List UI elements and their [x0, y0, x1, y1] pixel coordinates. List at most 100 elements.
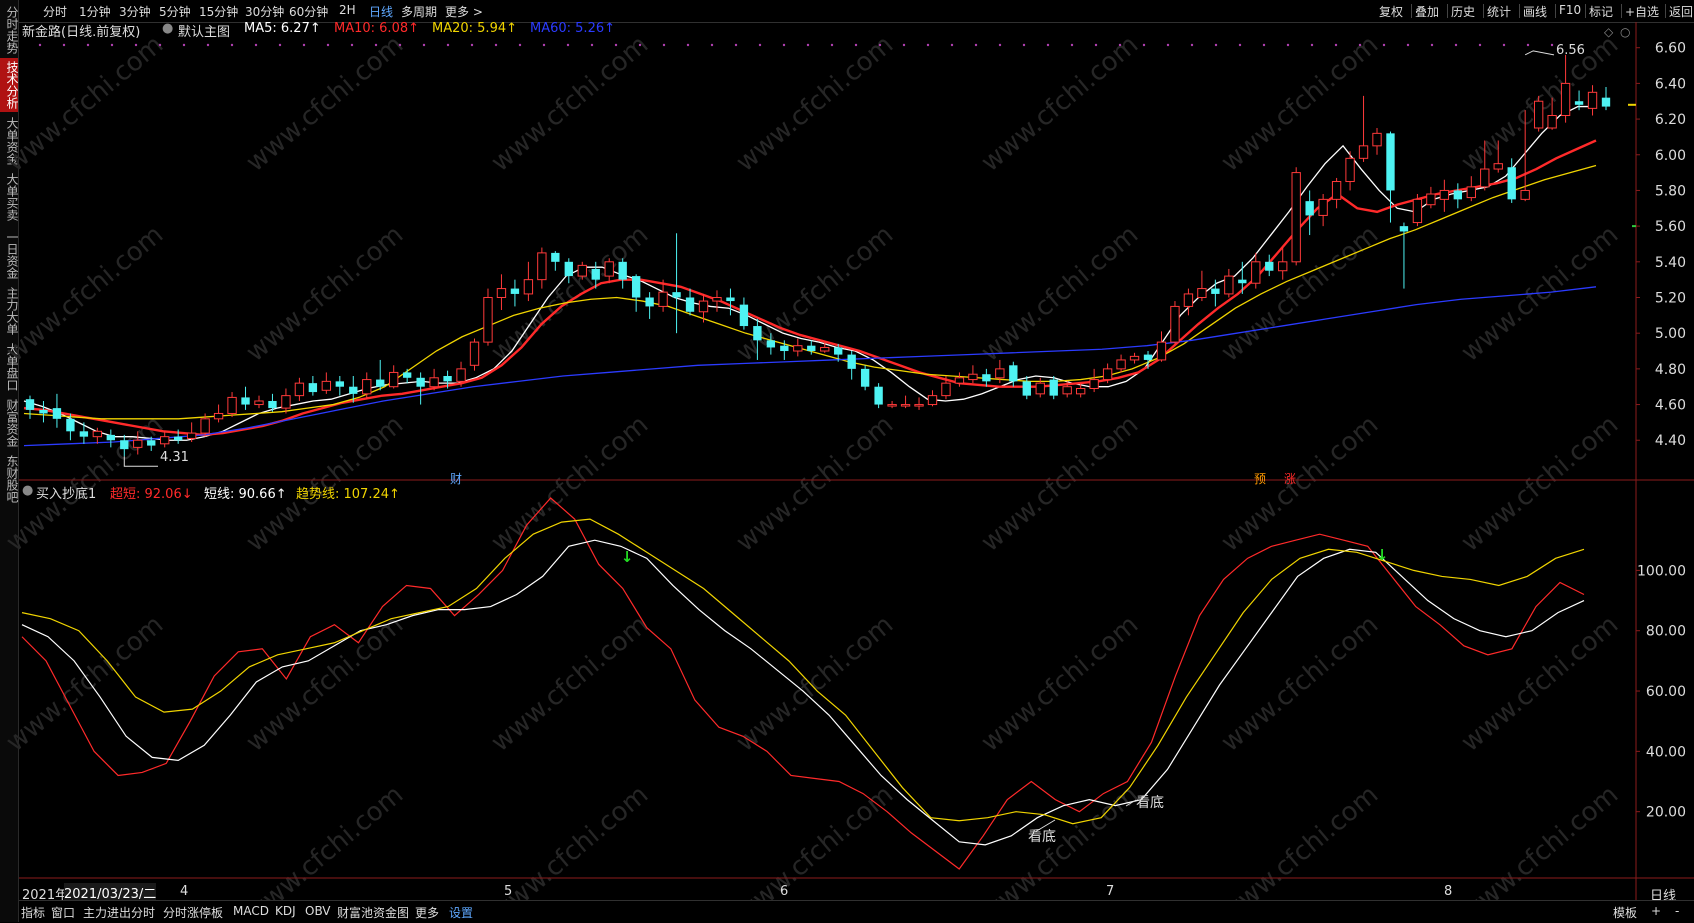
- event-forecast-marker[interactable]: 预: [1254, 470, 1266, 487]
- candle-body: [739, 304, 749, 327]
- signal-dot: [902, 43, 906, 47]
- signal-dot: [1454, 43, 1458, 47]
- event-finance-marker[interactable]: 财: [450, 470, 462, 487]
- indicator-axis-tick: 60.00: [1646, 684, 1686, 700]
- signal-dot: [182, 43, 186, 47]
- candle-body: [874, 386, 883, 405]
- candle-body: [254, 400, 264, 406]
- signal-dot: [1214, 43, 1218, 47]
- candle-body: [79, 431, 89, 437]
- candle-body: [968, 373, 978, 381]
- indicator-title[interactable]: 买入抄底1: [36, 483, 96, 502]
- high-price-marker: 6.56: [1556, 43, 1585, 58]
- signal-dot: [998, 43, 1002, 47]
- candle-body: [66, 418, 75, 432]
- candle-body: [1009, 365, 1018, 382]
- bottom-tab-limitup[interactable]: 分时涨停板: [163, 904, 223, 921]
- candle-body: [564, 261, 573, 277]
- candle-body: [834, 347, 843, 355]
- watermark-text: www.cfchi.com: [976, 610, 1145, 758]
- candle-body: [1601, 97, 1611, 107]
- candle-body: [982, 374, 991, 382]
- candle-body: [389, 371, 399, 388]
- template-name[interactable]: 默认主图: [178, 21, 230, 40]
- candle-body: [1318, 198, 1328, 216]
- watermark-text: www.cfchi.com: [1, 30, 170, 178]
- candle-body: [416, 377, 425, 387]
- signal-dot: [302, 43, 306, 47]
- candle-body: [860, 368, 870, 387]
- signal-dot: [950, 43, 954, 47]
- indicator-dot-icon[interactable]: ●: [22, 483, 33, 498]
- candle-body: [1143, 354, 1153, 360]
- candle-body: [1331, 181, 1342, 200]
- signal-dot: [1238, 43, 1242, 47]
- bottom-tab-main-flow[interactable]: 主力进出分时: [83, 904, 155, 921]
- signal-dot: [1382, 43, 1386, 47]
- bottom-signal-label: 看底: [1136, 795, 1164, 811]
- candle-body: [793, 345, 803, 352]
- candle-body: [941, 382, 951, 397]
- bottom-tab-window[interactable]: 窗口: [51, 904, 75, 921]
- watermark-text: www.cfchi.com: [1456, 410, 1625, 558]
- candle-body: [1156, 341, 1167, 361]
- candle-body: [1453, 190, 1463, 200]
- template-button[interactable]: 模板: [1613, 904, 1637, 921]
- trendline-legend: 趋势线: 107.24↑: [296, 487, 400, 502]
- signal-dot: [1118, 43, 1122, 47]
- signal-dot: [1550, 43, 1554, 47]
- candle-body: [631, 276, 641, 298]
- bottom-tab-obv[interactable]: OBV: [305, 904, 331, 918]
- candle-body: [900, 404, 911, 407]
- candle-body: [726, 297, 735, 302]
- x-axis-month-8: 8: [1444, 884, 1453, 899]
- bottom-tab-settings[interactable]: 设置: [449, 904, 473, 921]
- template-dot-icon[interactable]: ●: [162, 21, 173, 36]
- indicator-axis-tick: 80.00: [1646, 624, 1686, 640]
- signal-dot: [926, 43, 930, 47]
- ma20-legend: MA20: 5.94↑: [432, 21, 518, 36]
- x-axis-month-7: 7: [1106, 884, 1115, 899]
- candle-body: [1183, 293, 1194, 307]
- candle-body: [780, 345, 789, 352]
- signal-dot: [86, 43, 90, 47]
- zoom-in-button[interactable]: +: [1651, 904, 1661, 918]
- bottom-tab-macd[interactable]: MACD: [233, 904, 269, 918]
- event-limitup-marker[interactable]: 涨: [1284, 470, 1296, 487]
- candle-body: [1372, 132, 1382, 147]
- signal-dot: [590, 43, 594, 47]
- bottom-tab-wealthpool[interactable]: 财富池资金图: [337, 904, 409, 921]
- candle-body: [335, 381, 344, 387]
- signal-dot: [1334, 43, 1338, 47]
- signal-dot: [542, 43, 546, 47]
- candle-body: [39, 409, 48, 414]
- bottom-tab-kdj[interactable]: KDJ: [275, 904, 296, 918]
- axis-labels: 4.40 4.60 4.80 5.00 5.20 5.40 5.60 5.80 6.00 6.20…: [1636, 41, 1686, 821]
- signal-dot: [686, 43, 690, 47]
- signal-dot: [134, 43, 138, 47]
- candle-body: [1480, 168, 1490, 188]
- bottom-tab-indicator[interactable]: 指标: [21, 904, 45, 921]
- signal-dot: [1526, 43, 1530, 47]
- signal-dot: [518, 43, 522, 47]
- watermark-text: www.cfchi.com: [976, 220, 1145, 368]
- candle-body: [281, 395, 291, 409]
- price-axis-tick: 5.00: [1655, 326, 1686, 342]
- candle-body: [820, 346, 830, 352]
- candle-body: [577, 264, 587, 277]
- bottom-tab-more[interactable]: 更多: [415, 904, 439, 921]
- down-arrow-icon: ↓: [1376, 546, 1389, 564]
- candle-body: [658, 291, 668, 307]
- low-price-marker: 4.31: [160, 450, 189, 465]
- candle-body: [173, 436, 183, 441]
- candle-body: [92, 430, 103, 438]
- candle-body: [25, 399, 35, 410]
- signal-dot: [470, 43, 474, 47]
- indicator-axis-tick: 100.00: [1637, 563, 1686, 579]
- candle-body: [1399, 226, 1409, 232]
- candle-body: [294, 382, 305, 397]
- candle-body: [766, 340, 776, 348]
- candle-body: [1129, 355, 1140, 361]
- signal-dot: [1166, 43, 1170, 47]
- zoom-out-button[interactable]: -: [1675, 904, 1679, 918]
